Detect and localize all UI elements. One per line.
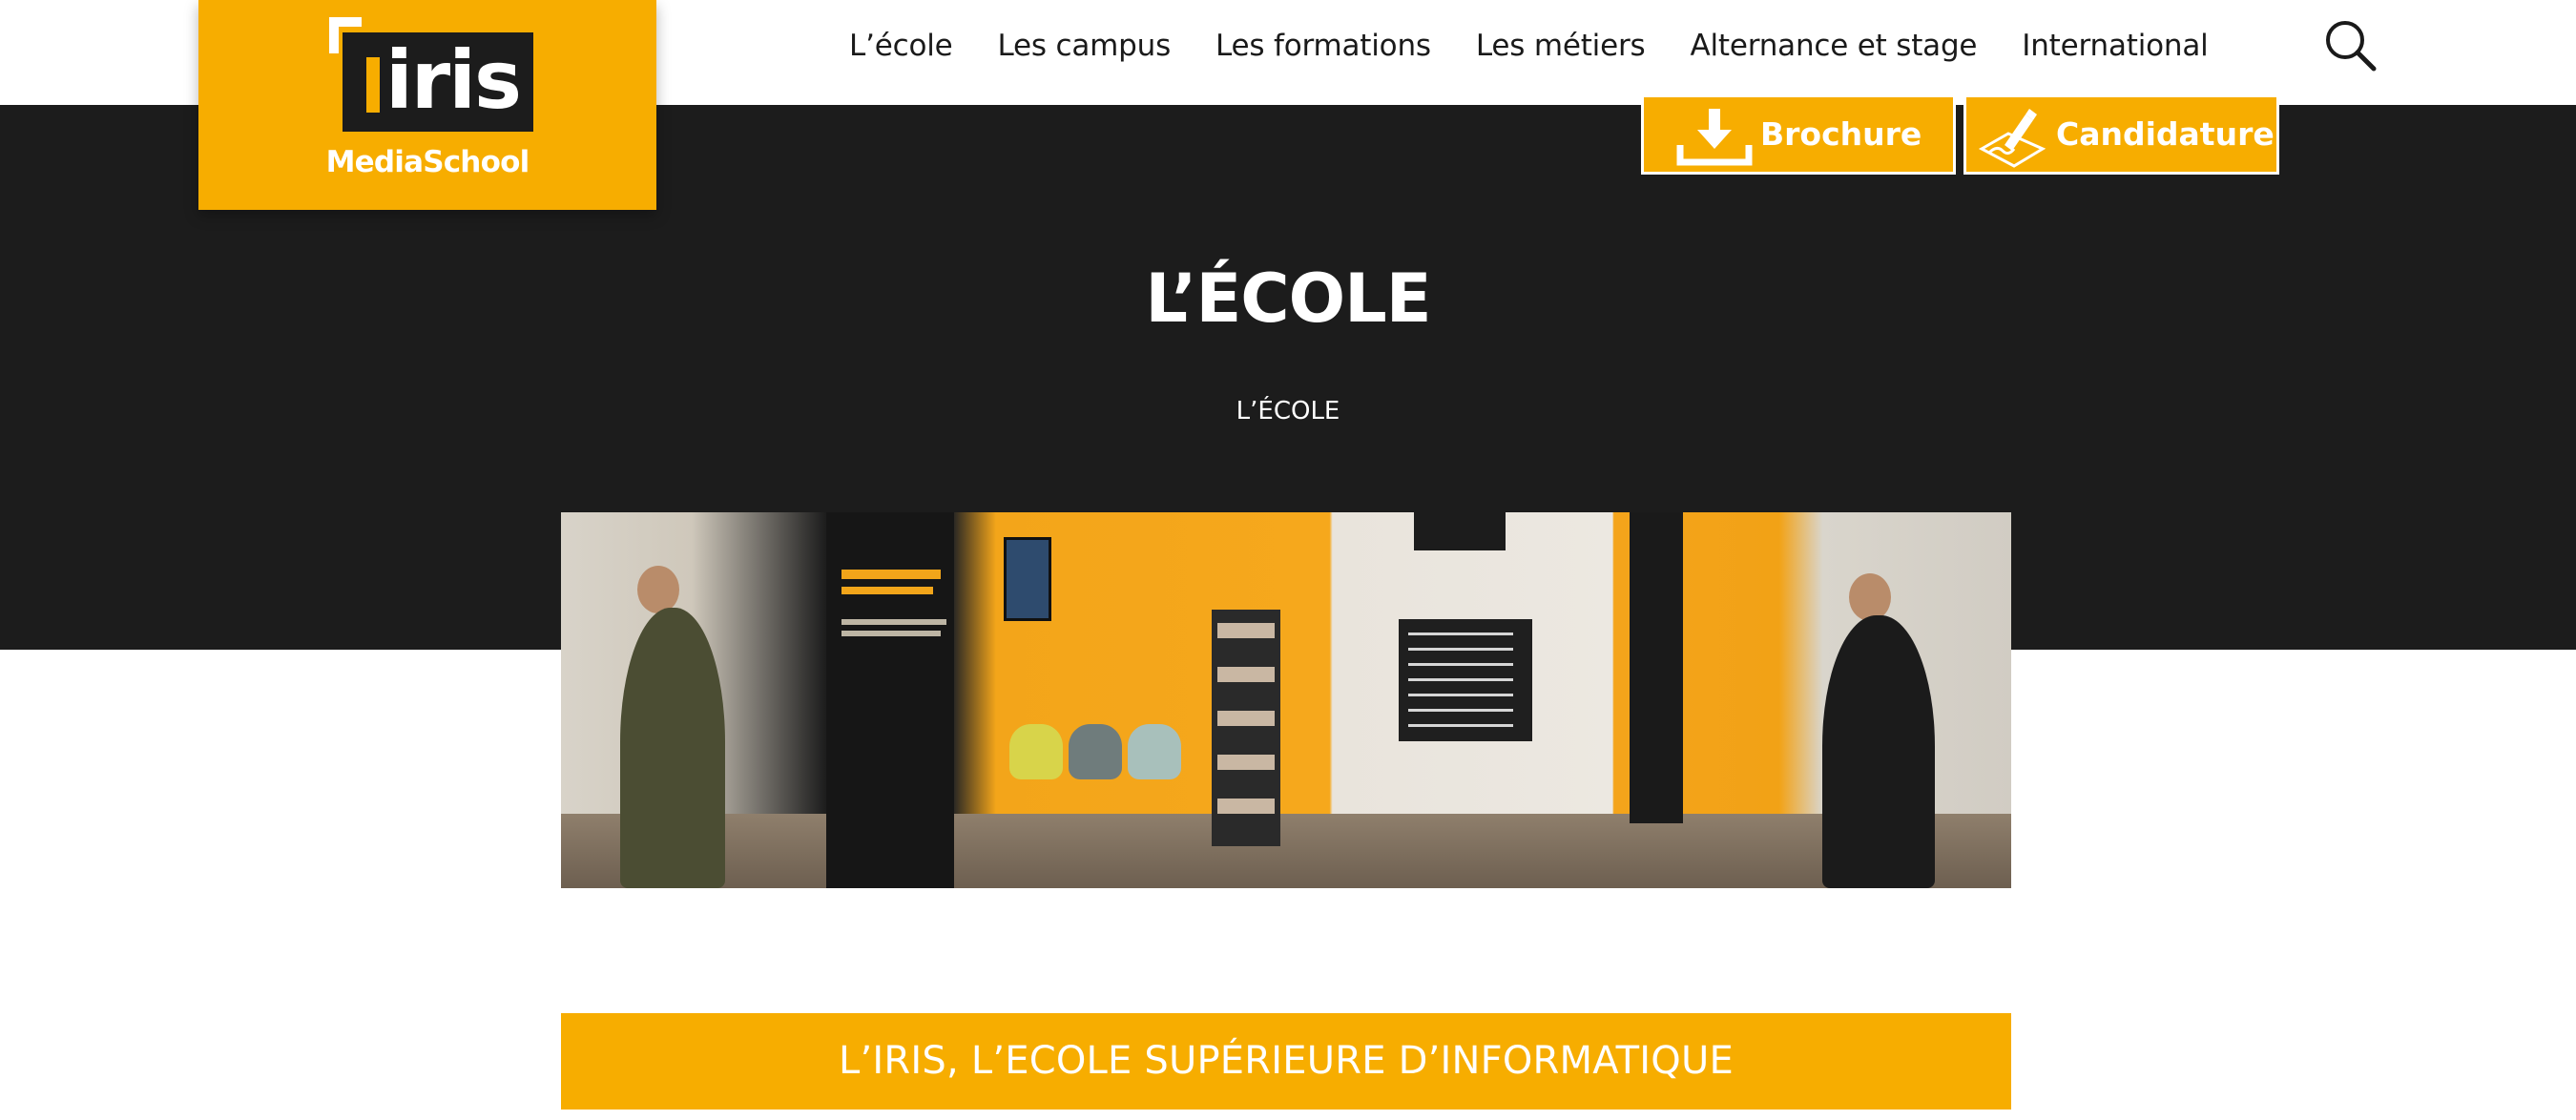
- nav-item-les-formations[interactable]: Les formations: [1215, 29, 1431, 63]
- nav-item-lecole[interactable]: L’école: [849, 29, 953, 63]
- photo-person-head: [1849, 573, 1891, 621]
- brochure-button[interactable]: Brochure: [1641, 94, 1956, 175]
- brochure-label: Brochure: [1760, 115, 1922, 153]
- nav-item-les-metiers[interactable]: Les métiers: [1476, 29, 1646, 63]
- photo-dark-pillar: [1630, 512, 1683, 823]
- photo-wall-screen: [1004, 537, 1051, 621]
- candidature-button[interactable]: Candidature: [1963, 94, 2279, 175]
- breadcrumb: L’ÉCOLE: [1236, 397, 1340, 425]
- photo-chair: [1009, 724, 1063, 779]
- logo-subtitle: MediaSchool: [325, 145, 530, 179]
- school-hall-photo: [561, 512, 2011, 888]
- photo-person: [1822, 615, 1935, 888]
- photo-directory-sign: [1399, 619, 1532, 741]
- photo-person: [620, 608, 725, 888]
- logo-i-accent: [366, 57, 380, 113]
- search-icon[interactable]: [2322, 17, 2379, 74]
- main-nav: L’école Les campus Les formations Les mé…: [849, 0, 2209, 92]
- photo-chair: [1069, 724, 1122, 779]
- iris-mediaschool-logo[interactable]: IRIS MediaSchool: [198, 0, 656, 210]
- photo-chair: [1128, 724, 1181, 779]
- section-title: L’IRIS, L’ECOLE SUPÉRIEURE D’INFORMATIQU…: [839, 1039, 1734, 1083]
- section-heading-band: L’IRIS, L’ECOLE SUPÉRIEURE D’INFORMATIQU…: [561, 1013, 2011, 1110]
- photo-rollup-banner: [826, 512, 954, 888]
- page-title: L’ÉCOLE: [1145, 259, 1431, 338]
- nav-item-international[interactable]: International: [2022, 29, 2208, 63]
- logo-bracket-mark-vertical: [329, 17, 339, 53]
- pen-sign-icon: [1976, 107, 2052, 168]
- photo-wall-logo: [1414, 512, 1506, 550]
- photo-magazine-rack: [1212, 610, 1280, 846]
- nav-item-alternance-et-stage[interactable]: Alternance et stage: [1690, 29, 1977, 63]
- download-icon: [1676, 107, 1753, 168]
- photo-person-head: [637, 566, 679, 613]
- logo-wordmark: IRIS: [385, 33, 522, 127]
- candidature-label: Candidature: [2056, 115, 2275, 153]
- photo-floor: [561, 814, 2011, 888]
- nav-item-les-campus[interactable]: Les campus: [998, 29, 1172, 63]
